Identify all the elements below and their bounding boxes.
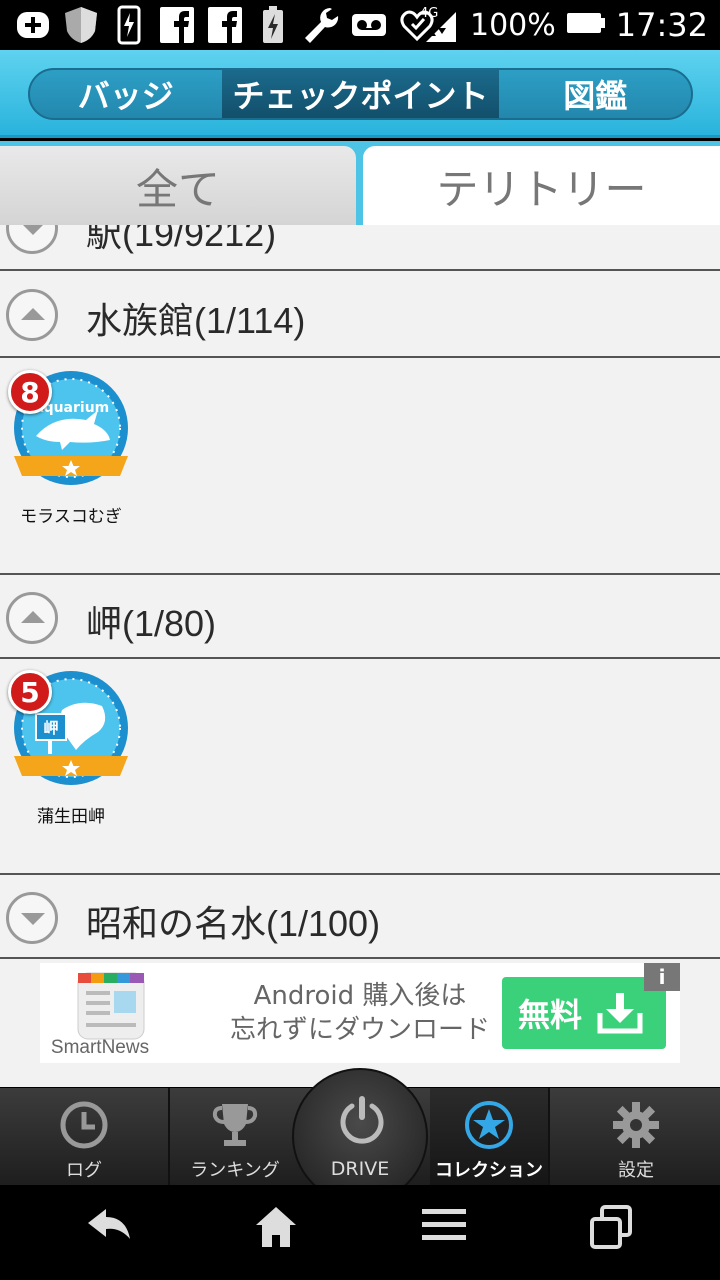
expand-arrow-icon[interactable] (6, 225, 58, 254)
category-label: 岬(1/80) (86, 603, 217, 644)
drive-button[interactable]: DRIVE (292, 1068, 428, 1204)
nav-label: ログ (66, 1160, 102, 1181)
main-tabs: バッジ チェックポイント 図鑑 (28, 68, 693, 120)
ad-banner[interactable]: SmartNews Android 購入後は 忘れずにダウンロード 無料 i (40, 963, 680, 1063)
battery-percent: 100% (470, 7, 556, 43)
nav-log[interactable]: ログ (0, 1088, 170, 1185)
ad-info-icon[interactable]: i (644, 963, 680, 991)
category-label: 昭和の名水(1/100) (86, 903, 381, 944)
facebook-icon-2 (206, 6, 244, 44)
category-list[interactable]: 駅(19/9212) 水族館(1/114) Aquarium 8 モラスコむぎ … (0, 225, 720, 1087)
filter-tabs: 全て テリトリー (0, 141, 720, 226)
visit-count-badge: 8 (8, 370, 52, 414)
recents-icon[interactable] (588, 1205, 634, 1251)
voicemail-icon (350, 6, 388, 44)
ad-download-button[interactable]: 無料 (502, 977, 666, 1049)
phone-charge-icon (110, 5, 148, 45)
tab-territory[interactable]: テリトリー (363, 146, 720, 226)
checkpoint-name: モラスコむぎ (20, 507, 122, 527)
plus-notification-icon (14, 6, 52, 44)
power-icon (340, 1096, 384, 1144)
nav-collection[interactable]: コレクション (430, 1088, 550, 1185)
drive-label: DRIVE (330, 1158, 390, 1180)
collapse-arrow-icon[interactable] (6, 289, 58, 341)
category-aquarium[interactable]: 水族館(1/114) (0, 272, 720, 358)
nav-label: コレクション (435, 1160, 543, 1181)
ad-line-1: Android 購入後は (253, 981, 467, 1011)
collapse-arrow-icon[interactable] (6, 592, 58, 644)
clock-icon (60, 1101, 108, 1149)
category-famous-water[interactable]: 昭和の名水(1/100) (0, 873, 720, 959)
trophy-icon (212, 1104, 258, 1146)
status-bar: 4G 100% 17:32 (0, 0, 720, 50)
expand-arrow-icon[interactable] (6, 892, 58, 944)
ad-copy: Android 購入後は 忘れずにダウンロード (210, 979, 510, 1047)
tab-all[interactable]: 全て (0, 146, 356, 226)
ad-brand: SmartNews (50, 1037, 150, 1058)
menu-icon[interactable] (422, 1205, 466, 1245)
smartnews-logo-icon (77, 972, 145, 1040)
category-label: 駅(19/9212) (86, 225, 277, 254)
battery-charge-icon (254, 6, 292, 44)
shield-icon (62, 6, 100, 44)
download-icon (597, 993, 643, 1034)
star-icon (465, 1101, 513, 1149)
back-icon[interactable] (86, 1205, 132, 1245)
category-station[interactable]: 駅(19/9212) (0, 225, 720, 271)
visit-count-badge: 5 (8, 670, 52, 714)
facebook-icon (158, 6, 196, 44)
gear-icon (613, 1102, 659, 1148)
system-nav (0, 1185, 720, 1280)
nav-label: 設定 (618, 1160, 654, 1181)
tab-badges[interactable]: バッジ (30, 70, 222, 118)
nav-ranking[interactable]: ランキング (170, 1088, 300, 1185)
tab-checkpoints[interactable]: チェックポイント (221, 70, 500, 118)
battery-icon (566, 11, 606, 39)
home-icon[interactable] (254, 1205, 298, 1249)
signal-4g-icon: 4G (420, 6, 460, 44)
nav-label: ランキング (190, 1160, 280, 1181)
tab-encyclopedia[interactable]: 図鑑 (499, 70, 691, 118)
header: バッジ チェックポイント 図鑑 (0, 50, 720, 138)
badge-text: 岬 (43, 719, 58, 737)
nav-settings[interactable]: 設定 (552, 1088, 720, 1185)
checkpoint-name: 蒲生田岬 (37, 807, 105, 827)
wrench-icon (302, 6, 340, 44)
ad-button-label: 無料 (518, 996, 583, 1034)
category-cape[interactable]: 岬(1/80) (0, 573, 720, 659)
category-label: 水族館(1/114) (86, 300, 306, 341)
ad-line-2: 忘れずにダウンロード (229, 1015, 490, 1045)
clock-time: 17:32 (615, 6, 708, 44)
